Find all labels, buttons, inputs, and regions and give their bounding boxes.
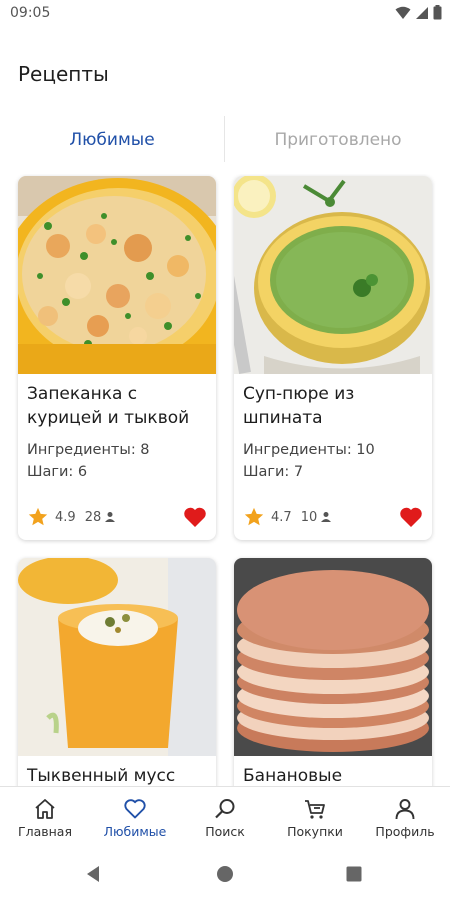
tab-cooked[interactable]: Приготовлено bbox=[226, 116, 450, 164]
status-time: 09:05 bbox=[10, 5, 51, 21]
recipe-card[interactable]: Тыквенный мусс bbox=[18, 558, 216, 786]
recipe-footer: 4.7 10 bbox=[243, 504, 423, 530]
nav-label-favorites: Любимые bbox=[103, 824, 167, 839]
star-icon bbox=[244, 507, 264, 526]
home-circle-icon[interactable] bbox=[213, 862, 237, 886]
nav-item-favorites[interactable]: Любимые bbox=[90, 787, 180, 849]
recipe-footer: 4.9 28 bbox=[27, 504, 207, 530]
recipe-card[interactable]: Запеканка с курицей и тыквой Ингредиенты… bbox=[18, 176, 216, 540]
recipe-grid: Запеканка с курицей и тыквой Ингредиенты… bbox=[0, 174, 450, 786]
nav-label-home: Главная bbox=[18, 824, 72, 839]
tab-bar: Любимые Приготовлено bbox=[0, 116, 450, 164]
nav-item-shopping[interactable]: Покупки bbox=[270, 787, 360, 849]
recipe-image-spinach-soup bbox=[234, 176, 432, 374]
recipe-card[interactable]: Суп-пюре из шпината Ингредиенты: 10 Шаги… bbox=[234, 176, 432, 540]
star-icon bbox=[28, 507, 48, 526]
status-bar: 09:05 bbox=[0, 0, 450, 28]
recipe-title: Запеканка с курицей и тыквой bbox=[27, 384, 190, 428]
bottom-navigation: Главная Любимые Поиск Покупки Профиль bbox=[0, 786, 450, 848]
recents-icon[interactable] bbox=[342, 862, 366, 886]
reviews-count: 10 bbox=[300, 509, 318, 525]
recipe-title: Банановые bbox=[243, 766, 343, 786]
recipe-steps: Шаги: 7 bbox=[243, 464, 304, 480]
recipe-title: Суп-пюре из шпината bbox=[243, 384, 355, 428]
tab-divider bbox=[224, 116, 225, 162]
recipe-card[interactable]: Банановые bbox=[234, 558, 432, 786]
recipe-image-pumpkin-mousse bbox=[18, 558, 216, 756]
recipe-ingredients: Ингредиенты: 10 bbox=[243, 442, 375, 458]
cart-icon bbox=[305, 800, 325, 819]
recipe-ingredients: Ингредиенты: 8 bbox=[27, 442, 150, 458]
nav-label-search: Поиск bbox=[205, 824, 245, 839]
tab-favorites[interactable]: Любимые bbox=[0, 116, 224, 164]
search-icon bbox=[215, 799, 235, 819]
recipe-steps: Шаги: 6 bbox=[27, 464, 88, 480]
nav-label-shopping: Покупки bbox=[287, 824, 343, 839]
rating-value: 4.7 bbox=[271, 509, 292, 525]
wifi-icon bbox=[395, 6, 411, 19]
recipe-image-casserole bbox=[18, 176, 216, 374]
reviews-count: 28 bbox=[84, 509, 102, 525]
rating-value: 4.9 bbox=[55, 509, 76, 525]
signal-icon bbox=[416, 6, 428, 19]
home-icon bbox=[35, 799, 55, 819]
nav-label-profile: Профиль bbox=[375, 824, 435, 839]
profile-icon bbox=[395, 799, 415, 820]
recipe-image-pancakes bbox=[234, 558, 432, 756]
person-icon bbox=[321, 512, 332, 522]
favorite-heart-icon[interactable] bbox=[183, 506, 207, 528]
heart-outline-icon bbox=[124, 799, 146, 819]
status-icons bbox=[395, 5, 442, 20]
battery-icon bbox=[433, 5, 442, 20]
nav-item-search[interactable]: Поиск bbox=[180, 787, 270, 849]
nav-item-profile[interactable]: Профиль bbox=[360, 787, 450, 849]
recipe-title: Тыквенный мусс bbox=[27, 766, 176, 786]
system-navigation bbox=[0, 848, 450, 900]
favorite-heart-icon[interactable] bbox=[399, 506, 423, 528]
back-icon[interactable] bbox=[82, 862, 106, 886]
nav-item-home[interactable]: Главная bbox=[0, 787, 90, 849]
person-icon bbox=[105, 512, 116, 522]
page-title: Рецепты bbox=[18, 62, 109, 86]
